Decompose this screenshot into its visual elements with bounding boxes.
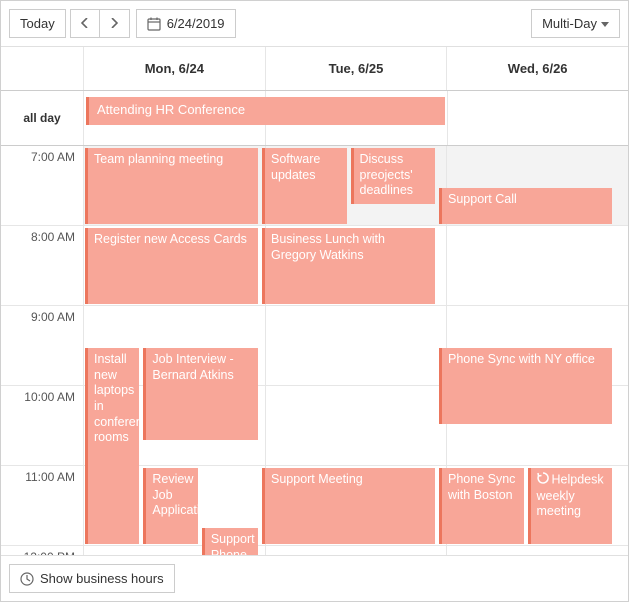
event[interactable]: Discuss preojects' deadlines (351, 148, 436, 204)
columns-header: Mon, 6/24 Tue, 6/25 Wed, 6/26 (1, 47, 628, 91)
time-label: 7:00 AM (1, 146, 83, 226)
event[interactable]: Support Phone (202, 528, 258, 555)
event[interactable]: Phone Sync with Boston (439, 468, 524, 544)
show-business-hours-button[interactable]: Show business hours (9, 564, 175, 593)
date-picker[interactable]: 6/24/2019 (136, 9, 236, 38)
event-title: Register new Access Cards (94, 232, 247, 246)
time-label: 11:00 AM (1, 466, 83, 546)
time-cell[interactable] (265, 386, 447, 466)
next-button[interactable] (100, 9, 130, 38)
time-grid-scroll[interactable]: 7:00 AM8:00 AM9:00 AM10:00 AM11:00 AM12:… (1, 146, 628, 555)
event[interactable]: Team planning meeting (85, 148, 258, 224)
time-label: 9:00 AM (1, 306, 83, 386)
view-selector[interactable]: Multi-Day (531, 9, 620, 38)
scheduler-root: Today 6/24/2019 Multi-Day (0, 0, 629, 602)
event[interactable]: Install new laptops in conference rooms (85, 348, 139, 544)
header-spacer (1, 47, 83, 90)
time-cell[interactable] (446, 546, 628, 555)
event-title: Business Lunch with Gregory Watkins (271, 232, 385, 262)
event[interactable]: Phone Sync with NY office (439, 348, 612, 424)
event[interactable]: Review Job Applications (143, 468, 197, 544)
recurrence-icon (537, 472, 549, 489)
footer: Show business hours (1, 555, 628, 601)
today-button[interactable]: Today (9, 9, 66, 38)
date-text: 6/24/2019 (167, 16, 225, 31)
allday-row: all day Attending HR Conference (1, 91, 628, 146)
time-cell[interactable] (446, 226, 628, 306)
prev-button[interactable] (70, 9, 100, 38)
time-cell[interactable] (265, 306, 447, 386)
business-hours-label: Show business hours (40, 571, 164, 586)
event-title: Install new laptops in conference rooms (94, 352, 139, 444)
chevron-left-icon (81, 16, 89, 31)
event-title: Software updates (271, 152, 320, 182)
view-label: Multi-Day (542, 16, 597, 31)
event-title: Support Phone (211, 532, 255, 555)
event-title: Review Job Applications (152, 472, 197, 517)
chevron-right-icon (110, 16, 118, 31)
event-title: Discuss preojects' deadlines (360, 152, 414, 197)
allday-event[interactable]: Attending HR Conference (86, 97, 445, 125)
allday-body: Attending HR Conference (83, 91, 628, 145)
event[interactable]: Support Call (439, 188, 612, 224)
col-header-wed[interactable]: Wed, 6/26 (446, 47, 628, 90)
event[interactable]: Business Lunch with Gregory Watkins (262, 228, 435, 304)
chevron-down-icon (601, 16, 609, 31)
event-title: Phone Sync with Boston (448, 472, 515, 502)
time-label: 10:00 AM (1, 386, 83, 466)
event-title: Phone Sync with NY office (448, 352, 595, 366)
time-label: 8:00 AM (1, 226, 83, 306)
event[interactable]: Support Meeting (262, 468, 435, 544)
allday-label: all day (1, 91, 83, 145)
event[interactable]: Helpdesk weekly meeting (528, 468, 613, 544)
event-title: Support Call (448, 192, 517, 206)
time-label: 12:00 PM (1, 546, 83, 555)
calendar-icon (147, 17, 161, 31)
col-header-mon[interactable]: Mon, 6/24 (83, 47, 265, 90)
event[interactable]: Job Interview - Bernard Atkins (143, 348, 258, 440)
timeslot-row: 12:00 PM (1, 546, 628, 555)
col-header-tue[interactable]: Tue, 6/25 (265, 47, 447, 90)
event-title: Support Meeting (271, 472, 363, 486)
event[interactable]: Register new Access Cards (85, 228, 258, 304)
nav-group (70, 9, 130, 38)
time-grid: 7:00 AM8:00 AM9:00 AM10:00 AM11:00 AM12:… (1, 146, 628, 555)
allday-cell-wed[interactable] (447, 91, 628, 145)
toolbar: Today 6/24/2019 Multi-Day (1, 1, 628, 47)
time-cell[interactable] (265, 546, 447, 555)
event[interactable]: Software updates (262, 148, 347, 224)
clock-icon (20, 572, 34, 586)
event-title: Team planning meeting (94, 152, 223, 166)
event-title: Job Interview - Bernard Atkins (152, 352, 233, 382)
